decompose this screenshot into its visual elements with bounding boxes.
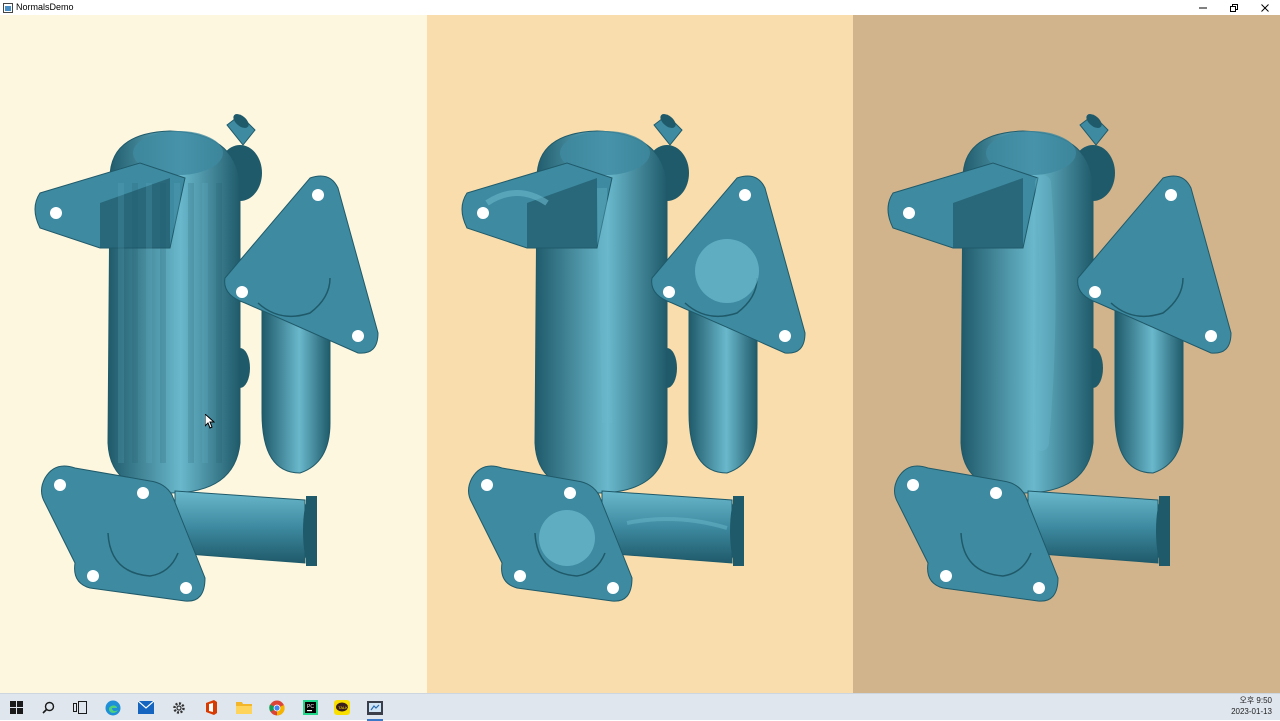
manifold-model	[887, 114, 1232, 602]
search-button[interactable]	[33, 694, 63, 721]
task-view-icon	[73, 701, 87, 714]
pane-smooth-normals[interactable]	[853, 15, 1280, 693]
minimize-icon	[1198, 7, 1207, 8]
render-viewport[interactable]	[0, 15, 1280, 693]
chrome-icon	[269, 700, 285, 716]
edge-taskbar-button[interactable]	[98, 694, 128, 721]
close-icon	[1260, 3, 1269, 12]
manifold-model	[461, 114, 806, 602]
search-icon	[41, 701, 54, 714]
taskbar: PC TALK 오후 9:50 2023-01-13	[0, 693, 1280, 721]
pane-flat-shaded[interactable]	[0, 15, 427, 693]
restore-icon	[1229, 3, 1238, 12]
close-button[interactable]	[1249, 0, 1280, 15]
edge-icon	[105, 700, 121, 715]
kakaotalk-taskbar-button[interactable]: TALK	[327, 694, 357, 721]
gear-icon	[173, 701, 185, 714]
task-view-button[interactable]	[65, 694, 95, 721]
file-explorer-taskbar-button[interactable]	[229, 694, 259, 721]
app-icon	[3, 2, 13, 13]
kakaotalk-icon: TALK	[334, 700, 350, 715]
pycharm-icon: PC	[302, 700, 318, 715]
clock-date: 2023-01-13	[1231, 707, 1272, 716]
manifold-model	[34, 114, 379, 602]
mail-taskbar-button[interactable]	[131, 694, 161, 721]
model-render-bumpy-normals	[461, 114, 806, 602]
office-taskbar-button[interactable]	[196, 694, 226, 721]
system-clock[interactable]: 오후 9:50 2023-01-13	[1231, 695, 1272, 717]
title-bar: NormalsDemo	[0, 0, 1280, 15]
minimize-button[interactable]	[1187, 0, 1218, 15]
mail-icon	[138, 701, 154, 714]
normalsdemo-taskbar-button[interactable]	[360, 694, 390, 721]
normalsdemo-app-icon	[367, 700, 383, 715]
office-icon	[205, 700, 217, 715]
clock-time: 오후 9:50	[1239, 696, 1272, 705]
chrome-taskbar-button[interactable]	[262, 694, 292, 721]
svg-text:TALK: TALK	[338, 705, 348, 710]
svg-text:PC: PC	[307, 704, 314, 710]
pane-bumpy-normals[interactable]	[427, 15, 853, 693]
folder-icon	[236, 702, 252, 714]
mouse-cursor-icon	[205, 414, 215, 429]
start-button[interactable]	[1, 694, 31, 721]
windows-icon	[9, 701, 23, 714]
restore-button[interactable]	[1218, 0, 1249, 15]
model-render-smooth-normals	[887, 114, 1232, 602]
window-title: NormalsDemo	[16, 2, 74, 12]
settings-taskbar-button[interactable]	[164, 694, 194, 721]
pycharm-taskbar-button[interactable]: PC	[295, 694, 325, 721]
model-render-flat-shaded	[34, 114, 379, 602]
